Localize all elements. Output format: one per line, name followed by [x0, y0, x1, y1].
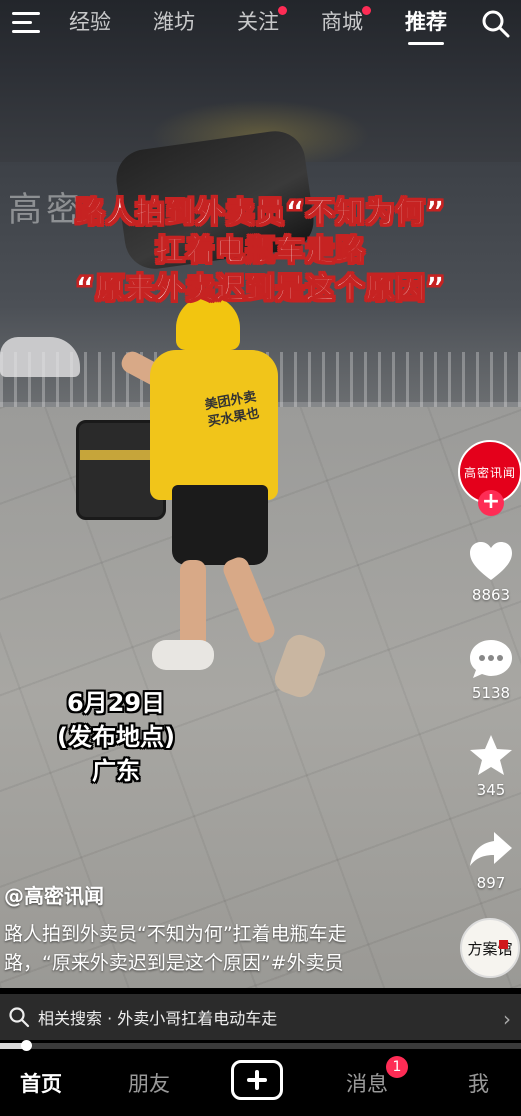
date-text: 6月29日	[66, 689, 166, 717]
courier-shoe	[152, 640, 214, 670]
tab-messages[interactable]: 消息	[346, 1068, 388, 1098]
comment-icon	[470, 640, 512, 678]
comment-count: 5138	[471, 684, 511, 702]
caption-line: 路人拍到外卖员“不知为何”	[75, 195, 446, 230]
avatar-text: 高密讯闻	[463, 465, 516, 480]
courier-leg	[180, 560, 206, 650]
progress-knob[interactable]	[21, 1040, 33, 1051]
comment-button[interactable]: 5138	[458, 638, 521, 702]
chevron-right-icon: ›	[503, 1007, 511, 1031]
post-description[interactable]: 路人拍到外卖员“不知为何”扛着电瓶车走路，“原来外卖迟到是这个原因”#外卖员	[4, 920, 404, 978]
follow-button[interactable]: +	[478, 490, 504, 516]
create-post-button[interactable]	[231, 1060, 283, 1100]
tab-friends[interactable]: 朋友	[128, 1068, 170, 1098]
caption-line: 扛着电瓶车走路	[155, 233, 366, 268]
notification-dot	[362, 6, 371, 15]
share-arrow-icon	[470, 832, 512, 866]
like-count: 8863	[471, 586, 511, 604]
bottom-tab-bar: 首页 朋友 消息 1 我	[0, 1052, 521, 1116]
search-icon	[9, 1007, 30, 1028]
plus-icon-bar	[247, 1078, 267, 1082]
active-tab-indicator	[408, 42, 444, 45]
seal-mark	[499, 940, 508, 949]
courier-shorts	[172, 485, 268, 565]
tab-recommended[interactable]: 推荐	[405, 6, 447, 36]
hamburger-menu-icon[interactable]	[12, 10, 42, 34]
heart-icon	[470, 542, 512, 580]
tab-home[interactable]: 首页	[20, 1068, 62, 1098]
music-disc[interactable]: 方案馆	[460, 918, 520, 978]
tab-me[interactable]: 我	[468, 1068, 489, 1098]
location-label: (发布地点)	[57, 723, 175, 751]
related-search-label: 相关搜索 · 外卖小哥扛着电动车走	[38, 1009, 278, 1028]
favorite-count: 345	[476, 781, 506, 799]
location-text: 广东	[92, 757, 140, 785]
date-location-overlay: 6月29日 (发布地点) 广东	[36, 686, 196, 788]
share-count: 897	[476, 874, 506, 892]
video-progress-bar[interactable]	[0, 1040, 521, 1051]
like-button[interactable]: 8863	[458, 540, 521, 604]
search-icon[interactable]	[480, 8, 510, 38]
favorite-button[interactable]: 345	[458, 733, 521, 799]
tab-following[interactable]: 关注	[237, 6, 287, 36]
notification-dot	[278, 6, 287, 15]
top-navigation: 经验 潍坊 关注 商城 推荐	[0, 0, 521, 46]
star-icon	[470, 735, 512, 775]
message-badge: 1	[386, 1056, 408, 1078]
caption-line: “原来外卖迟到是这个原因”	[75, 271, 446, 306]
share-button[interactable]: 897	[458, 828, 521, 892]
tab-experience[interactable]: 经验	[69, 6, 111, 36]
author-name[interactable]: @高密讯闻	[4, 880, 104, 909]
tab-weifang[interactable]: 潍坊	[153, 6, 195, 36]
related-search-bar[interactable]: 相关搜索 · 外卖小哥扛着电动车走 ›	[0, 994, 521, 1040]
video-caption-overlay: 路人拍到外卖员“不知为何” 扛着电瓶车走路 “原来外卖迟到是这个原因”	[0, 193, 521, 307]
tab-mall[interactable]: 商城	[321, 6, 371, 36]
